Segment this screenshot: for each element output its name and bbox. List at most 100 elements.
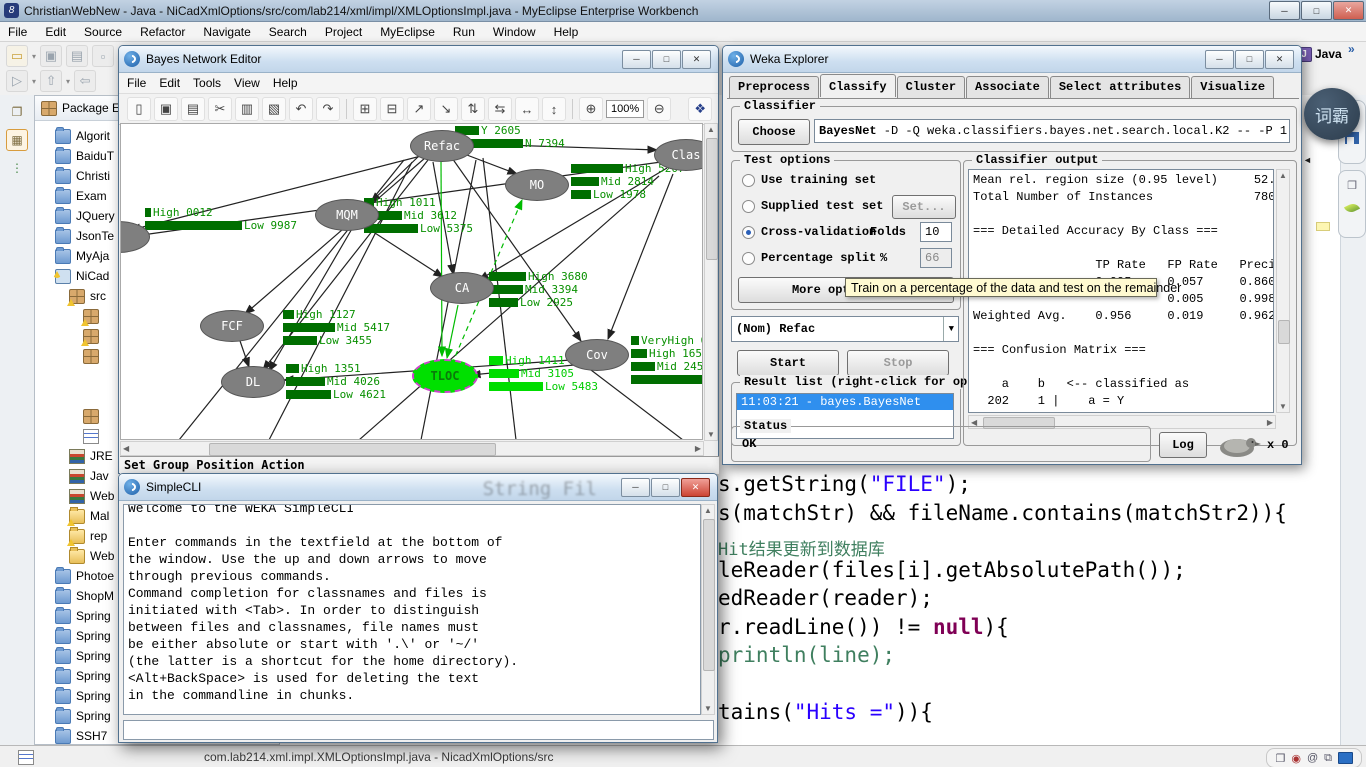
new-wizard-icon[interactable]: ▭ bbox=[6, 45, 28, 67]
menu-item-project[interactable]: Project bbox=[325, 25, 362, 39]
add-arc-icon[interactable]: ↗ bbox=[407, 97, 431, 121]
bayes-graph-canvas[interactable]: Y 2605N 7394High 5207Mid 2814Low 1978Hig… bbox=[120, 123, 703, 440]
simplecli-titlebar[interactable]: SimpleCLI String Fil ─ □ ✕ bbox=[119, 474, 717, 501]
simplecli-output[interactable]: Welcome to the WEKA SimpleCLI Enter comm… bbox=[123, 504, 701, 715]
tab-select-attributes[interactable]: Select attributes bbox=[1050, 76, 1190, 99]
radio-dot[interactable] bbox=[742, 174, 755, 187]
simplecli-command-input[interactable] bbox=[123, 720, 714, 740]
print-icon[interactable]: ▫ bbox=[92, 45, 114, 67]
close-button[interactable]: ✕ bbox=[1265, 50, 1294, 69]
graph-node-MO[interactable]: MO bbox=[505, 169, 569, 201]
align-left-icon[interactable]: ⇅ bbox=[461, 97, 485, 121]
stop-button[interactable]: Stop bbox=[847, 350, 949, 376]
minimize-button[interactable]: ─ bbox=[622, 50, 651, 69]
tab-visualize[interactable]: Visualize bbox=[1191, 76, 1274, 99]
save-icon[interactable]: ▣ bbox=[154, 97, 178, 121]
graph-horizontal-scrollbar[interactable]: ◀ ▶ bbox=[120, 441, 704, 456]
tab-cluster[interactable]: Cluster bbox=[897, 76, 965, 99]
zoom-out-icon[interactable]: ⊖ bbox=[647, 97, 671, 121]
graph-node-Cov[interactable]: Cov bbox=[565, 339, 629, 371]
graph-vertical-scrollbar[interactable]: ▲ ▼ bbox=[704, 123, 718, 441]
set-button[interactable]: Set... bbox=[892, 195, 956, 219]
result-list-item[interactable]: 11:03:21 - bayes.BayesNet bbox=[737, 394, 953, 410]
restore-pane-icon[interactable]: ❐ bbox=[6, 101, 28, 123]
bayes-menu-help[interactable]: Help bbox=[273, 76, 298, 90]
bayes-menu-edit[interactable]: Edit bbox=[159, 76, 180, 90]
collapse-arrow-icon[interactable]: ◄ bbox=[1303, 155, 1312, 165]
space-horizontal-icon[interactable]: ↔ bbox=[515, 97, 539, 121]
new-dropdown-icon[interactable]: ▾ bbox=[32, 52, 36, 61]
bayes-menu-view[interactable]: View bbox=[234, 76, 260, 90]
radio-dot[interactable] bbox=[742, 226, 755, 239]
radio-cross-validation[interactable]: Cross-validationFolds10 bbox=[742, 225, 876, 239]
export-code-icon[interactable]: ⧉ bbox=[1324, 752, 1332, 765]
maximize-button[interactable]: □ bbox=[651, 478, 680, 497]
run-dropdown-icon[interactable]: ▾ bbox=[66, 77, 70, 86]
add-node-icon[interactable]: ⊞ bbox=[353, 97, 377, 121]
graph-node-DL[interactable]: DL bbox=[221, 366, 285, 398]
menu-item-window[interactable]: Window bbox=[493, 25, 536, 39]
percent-field[interactable]: 66 bbox=[920, 248, 952, 268]
align-top-icon[interactable]: ⇆ bbox=[488, 97, 512, 121]
minimize-button[interactable]: ─ bbox=[1269, 1, 1300, 20]
run-icon[interactable]: ⇧ bbox=[40, 70, 62, 92]
debug-icon[interactable]: ▷ bbox=[6, 70, 28, 92]
menu-item-myeclipse[interactable]: MyEclipse bbox=[380, 25, 435, 39]
back-icon[interactable]: ⇦ bbox=[74, 70, 96, 92]
graph-node-CA[interactable]: CA bbox=[430, 272, 494, 304]
graph-node-FCF[interactable]: FCF bbox=[200, 310, 264, 342]
simplecli-vertical-scrollbar[interactable]: ▲ ▼ bbox=[701, 504, 715, 715]
cut-icon[interactable]: ✂ bbox=[208, 97, 232, 121]
output-vertical-scrollbar[interactable]: ▲ ▼ bbox=[1276, 169, 1290, 413]
layout-graph-icon[interactable]: ❖ bbox=[688, 97, 712, 121]
close-button[interactable]: ✕ bbox=[1333, 1, 1364, 20]
delete-node-icon[interactable]: ⊟ bbox=[380, 97, 404, 121]
menu-item-source[interactable]: Source bbox=[84, 25, 122, 39]
undo-icon[interactable]: ↶ bbox=[289, 97, 313, 121]
menu-item-file[interactable]: File bbox=[8, 25, 27, 39]
bayes-menu-file[interactable]: File bbox=[127, 76, 146, 90]
debug-dropdown-icon[interactable]: ▾ bbox=[32, 77, 36, 86]
start-button[interactable]: Start bbox=[737, 350, 839, 376]
leaf-icon[interactable] bbox=[1343, 199, 1361, 217]
delete-arc-icon[interactable]: ↘ bbox=[434, 97, 458, 121]
maximize-button[interactable]: □ bbox=[652, 50, 681, 69]
radio-use-training-set[interactable]: Use training set bbox=[742, 173, 876, 187]
ciba-dict-badge[interactable]: 词霸 bbox=[1304, 88, 1360, 140]
weka-titlebar[interactable]: Weka Explorer ─ □ ✕ bbox=[723, 46, 1301, 73]
restore-pane-icon[interactable]: ❐ bbox=[1343, 176, 1361, 194]
console-monitor-icon[interactable] bbox=[1338, 752, 1353, 764]
new-icon[interactable]: ▯ bbox=[127, 97, 151, 121]
space-vertical-icon[interactable]: ↕ bbox=[542, 97, 566, 121]
graph-node-Refac[interactable]: Refac bbox=[410, 130, 474, 162]
open-icon[interactable]: ▤ bbox=[181, 97, 205, 121]
recorder-icon[interactable]: ◉ bbox=[1291, 752, 1301, 765]
menu-item-help[interactable]: Help bbox=[554, 25, 579, 39]
graph-node-TLOC[interactable]: TLOC bbox=[412, 359, 478, 393]
save-icon[interactable]: ▣ bbox=[40, 45, 62, 67]
maximize-button[interactable]: □ bbox=[1235, 50, 1264, 69]
maximize-button[interactable]: □ bbox=[1301, 1, 1332, 20]
classifier-command-field[interactable]: BayesNet -D -Q weka.classifiers.bayes.ne… bbox=[814, 119, 1290, 143]
menu-item-edit[interactable]: Edit bbox=[45, 25, 66, 39]
tab-classify[interactable]: Classify bbox=[820, 74, 896, 97]
graph-node-MQM[interactable]: MQM bbox=[315, 199, 379, 231]
minimize-button[interactable]: ─ bbox=[621, 478, 650, 497]
folds-field[interactable]: 10 bbox=[920, 222, 952, 242]
log-button[interactable]: Log bbox=[1159, 432, 1207, 458]
restore-trim-icon[interactable]: ❐ bbox=[1275, 752, 1285, 765]
bayes-menu-tools[interactable]: Tools bbox=[193, 76, 221, 90]
class-attribute-combo[interactable]: (Nom) Refac ▼ bbox=[731, 316, 959, 342]
type-hierarchy-view-icon[interactable]: ⋮ bbox=[6, 157, 28, 179]
minimize-button[interactable]: ─ bbox=[1205, 50, 1234, 69]
radio-dot[interactable] bbox=[742, 252, 755, 265]
zoom-in-icon[interactable]: ⊕ bbox=[579, 97, 603, 121]
menu-item-run[interactable]: Run bbox=[453, 25, 475, 39]
tab-preprocess[interactable]: Preprocess bbox=[729, 76, 819, 99]
radio-supplied-test-set[interactable]: Supplied test setSet... bbox=[742, 199, 883, 213]
at-icon[interactable]: @ bbox=[1307, 752, 1318, 764]
redo-icon[interactable]: ↷ bbox=[316, 97, 340, 121]
menu-item-refactor[interactable]: Refactor bbox=[140, 25, 185, 39]
package-explorer-view-icon[interactable]: ▦ bbox=[6, 129, 28, 151]
choose-button[interactable]: Choose bbox=[738, 119, 810, 145]
